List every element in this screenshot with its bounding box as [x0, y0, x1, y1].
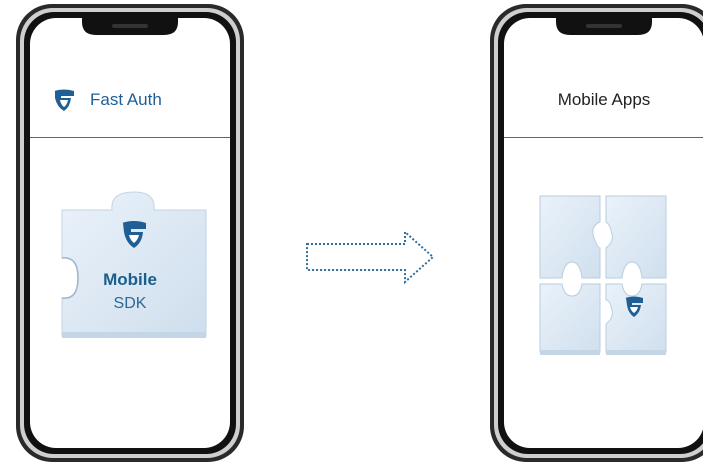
phone-right: Mobile Apps — [488, 2, 703, 464]
puzzle-piece — [61, 191, 207, 338]
shield-logo-icon — [54, 89, 74, 111]
puzzle-group — [539, 195, 667, 355]
puzzle-subtitle: SDK — [113, 295, 147, 312]
header-divider — [30, 137, 230, 138]
app-title: Fast Auth — [90, 90, 162, 109]
app-header: Mobile Apps — [506, 80, 702, 120]
header-divider — [504, 137, 703, 138]
phone-left: Fast Auth Mobile SDK — [14, 2, 246, 464]
app-header: Fast Auth — [32, 80, 228, 120]
dotted-right-arrow-icon — [306, 229, 435, 285]
puzzle-title: Mobile — [103, 270, 157, 289]
app-title: Mobile Apps — [557, 90, 651, 109]
